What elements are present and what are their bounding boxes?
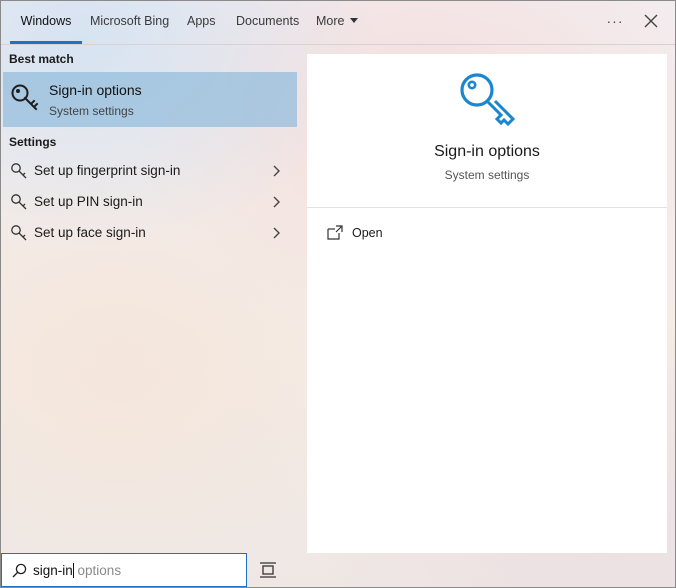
task-view-icon[interactable] <box>259 562 277 578</box>
open-window-icon <box>327 225 343 240</box>
key-icon <box>11 225 27 241</box>
preview-pane: Sign-in options System settings Open <box>307 54 667 553</box>
best-match-result[interactable]: Sign-in options System settings <box>3 72 297 127</box>
tab-windows[interactable]: Windows <box>10 1 82 44</box>
search-suggestion: options <box>73 563 122 578</box>
results-pane: Best match Sign-in options System settin… <box>1 45 305 553</box>
tab-more[interactable]: More <box>316 1 359 43</box>
best-match-heading: Best match <box>9 52 74 66</box>
key-icon <box>11 84 39 111</box>
setting-item-label: Set up face sign-in <box>34 225 146 240</box>
tab-documents[interactable]: Documents <box>236 1 299 43</box>
setting-item-fingerprint[interactable]: Set up fingerprint sign-in <box>3 156 297 186</box>
setting-item-face[interactable]: Set up face sign-in <box>3 218 297 248</box>
key-icon <box>11 194 27 210</box>
settings-heading: Settings <box>9 135 57 149</box>
more-options-button[interactable]: ··· <box>605 9 625 33</box>
search-query: sign-in <box>33 563 73 578</box>
chevron-right-icon <box>273 165 280 177</box>
setting-item-label: Set up PIN sign-in <box>34 194 143 209</box>
setting-item-label: Set up fingerprint sign-in <box>34 163 181 178</box>
tab-apps[interactable]: Apps <box>187 1 216 43</box>
preview-title: Sign-in options <box>434 143 540 160</box>
close-icon[interactable] <box>640 10 662 32</box>
tab-microsoft-bing[interactable]: Microsoft Bing <box>90 1 169 43</box>
preview-subtitle: System settings <box>444 168 530 182</box>
key-icon <box>11 163 27 179</box>
open-label: Open <box>352 226 383 240</box>
tab-more-label: More <box>316 14 345 28</box>
key-icon <box>460 73 516 127</box>
preview-divider <box>307 207 667 208</box>
caret-down-icon <box>350 18 359 23</box>
search-icon <box>12 563 27 578</box>
chevron-right-icon <box>273 227 280 239</box>
open-button[interactable]: Open <box>325 224 445 246</box>
tab-bar: Windows Microsoft Bing Apps Documents Mo… <box>1 1 675 45</box>
chevron-right-icon <box>273 196 280 208</box>
best-match-subtitle: System settings <box>49 104 134 118</box>
setting-item-pin[interactable]: Set up PIN sign-in <box>3 187 297 217</box>
best-match-title: Sign-in options <box>49 82 142 98</box>
search-input[interactable]: sign-in options <box>1 553 247 587</box>
